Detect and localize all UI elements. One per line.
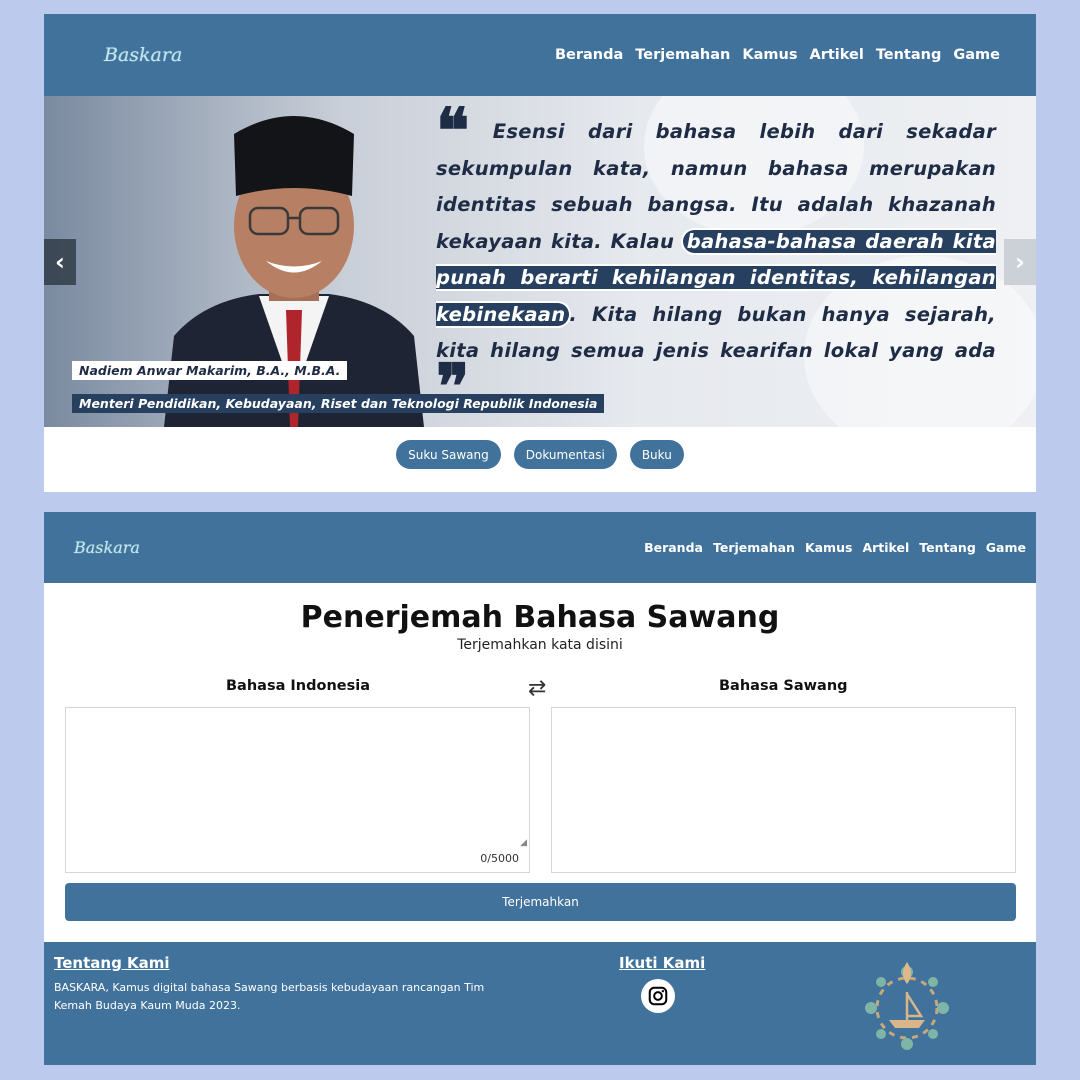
home-screenshot: Baskara Beranda Terjemahan Kamus Artikel…	[44, 14, 1036, 492]
quote-text: ❝ Esensi dari bahasa lebih dari sekadar …	[436, 100, 996, 417]
source-text-box: ◢ 0/5000	[65, 707, 530, 873]
page-subtitle: Terjemahkan kata disini	[457, 637, 623, 653]
instagram-glyph	[648, 986, 668, 1006]
character-counter: 0/5000	[480, 852, 519, 865]
logo[interactable]: Baskara	[74, 538, 140, 557]
nav-menu: Beranda Terjemahan Kamus Artikel Tentang…	[634, 540, 1026, 555]
pill-dokumentasi[interactable]: Dokumentasi	[513, 440, 617, 469]
nav-item-kamus[interactable]: Kamus	[742, 47, 797, 63]
nav-item-kamus[interactable]: Kamus	[805, 540, 853, 555]
pill-buku[interactable]: Buku	[629, 440, 684, 469]
navbar: Baskara Beranda Terjemahan Kamus Artikel…	[44, 512, 1036, 583]
about-text: BASKARA, Kamus digital bahasa Sawang ber…	[54, 981, 485, 1012]
target-text-output[interactable]	[552, 708, 1015, 872]
source-language-label: Bahasa Indonesia	[226, 678, 371, 694]
nav-item-beranda[interactable]: Beranda	[555, 47, 623, 63]
nav-item-tentang[interactable]: Tentang	[876, 47, 942, 63]
navbar: Baskara Beranda Terjemahan Kamus Artikel…	[44, 14, 1036, 96]
translate-button[interactable]: Terjemahkan	[65, 883, 1016, 921]
footer: Tentang Kami BASKARA, Kamus digital baha…	[44, 942, 1036, 1065]
page-title: Penerjemah Bahasa Sawang	[300, 600, 780, 635]
nav-item-game[interactable]: Game	[986, 540, 1026, 555]
hero-carousel: ❝ Esensi dari bahasa lebih dari sekadar …	[44, 96, 1036, 427]
swap-languages-icon[interactable]: ⇄	[528, 676, 546, 701]
pill-suku-sawang[interactable]: Suku Sawang	[396, 440, 501, 469]
logo[interactable]: Baskara	[104, 44, 182, 66]
nav-item-artikel[interactable]: Artikel	[862, 540, 909, 555]
about-title[interactable]: Tentang Kami	[54, 954, 170, 972]
baskara-emblem-icon	[865, 962, 949, 1050]
caption-name: Nadiem Anwar Makarim, B.A., M.B.A.	[72, 361, 348, 380]
nav-item-terjemahan[interactable]: Terjemahan	[713, 540, 795, 555]
target-language-label: Bahasa Sawang	[719, 678, 848, 694]
carousel-prev-button[interactable]: ‹	[44, 239, 76, 285]
category-pills: Suku Sawang Dokumentasi Buku	[44, 440, 1036, 469]
translator-screenshot: Baskara Beranda Terjemahan Kamus Artikel…	[44, 512, 1036, 1065]
nav-item-tentang[interactable]: Tentang	[919, 540, 976, 555]
nav-item-artikel[interactable]: Artikel	[809, 47, 863, 63]
follow-title[interactable]: Ikuti Kami	[619, 954, 705, 972]
instagram-icon[interactable]	[641, 979, 675, 1013]
nav-menu: Beranda Terjemahan Kamus Artikel Tentang…	[543, 47, 1000, 63]
nav-item-beranda[interactable]: Beranda	[644, 540, 703, 555]
nav-item-terjemahan[interactable]: Terjemahan	[635, 47, 730, 63]
caption-role: Menteri Pendidikan, Kebudayaan, Riset da…	[72, 394, 605, 413]
nav-item-game[interactable]: Game	[953, 47, 1000, 63]
resize-handle-icon[interactable]: ◢	[520, 838, 527, 848]
source-text-input[interactable]	[66, 708, 529, 872]
target-text-box	[551, 707, 1016, 873]
carousel-next-button[interactable]: ›	[1004, 239, 1036, 285]
